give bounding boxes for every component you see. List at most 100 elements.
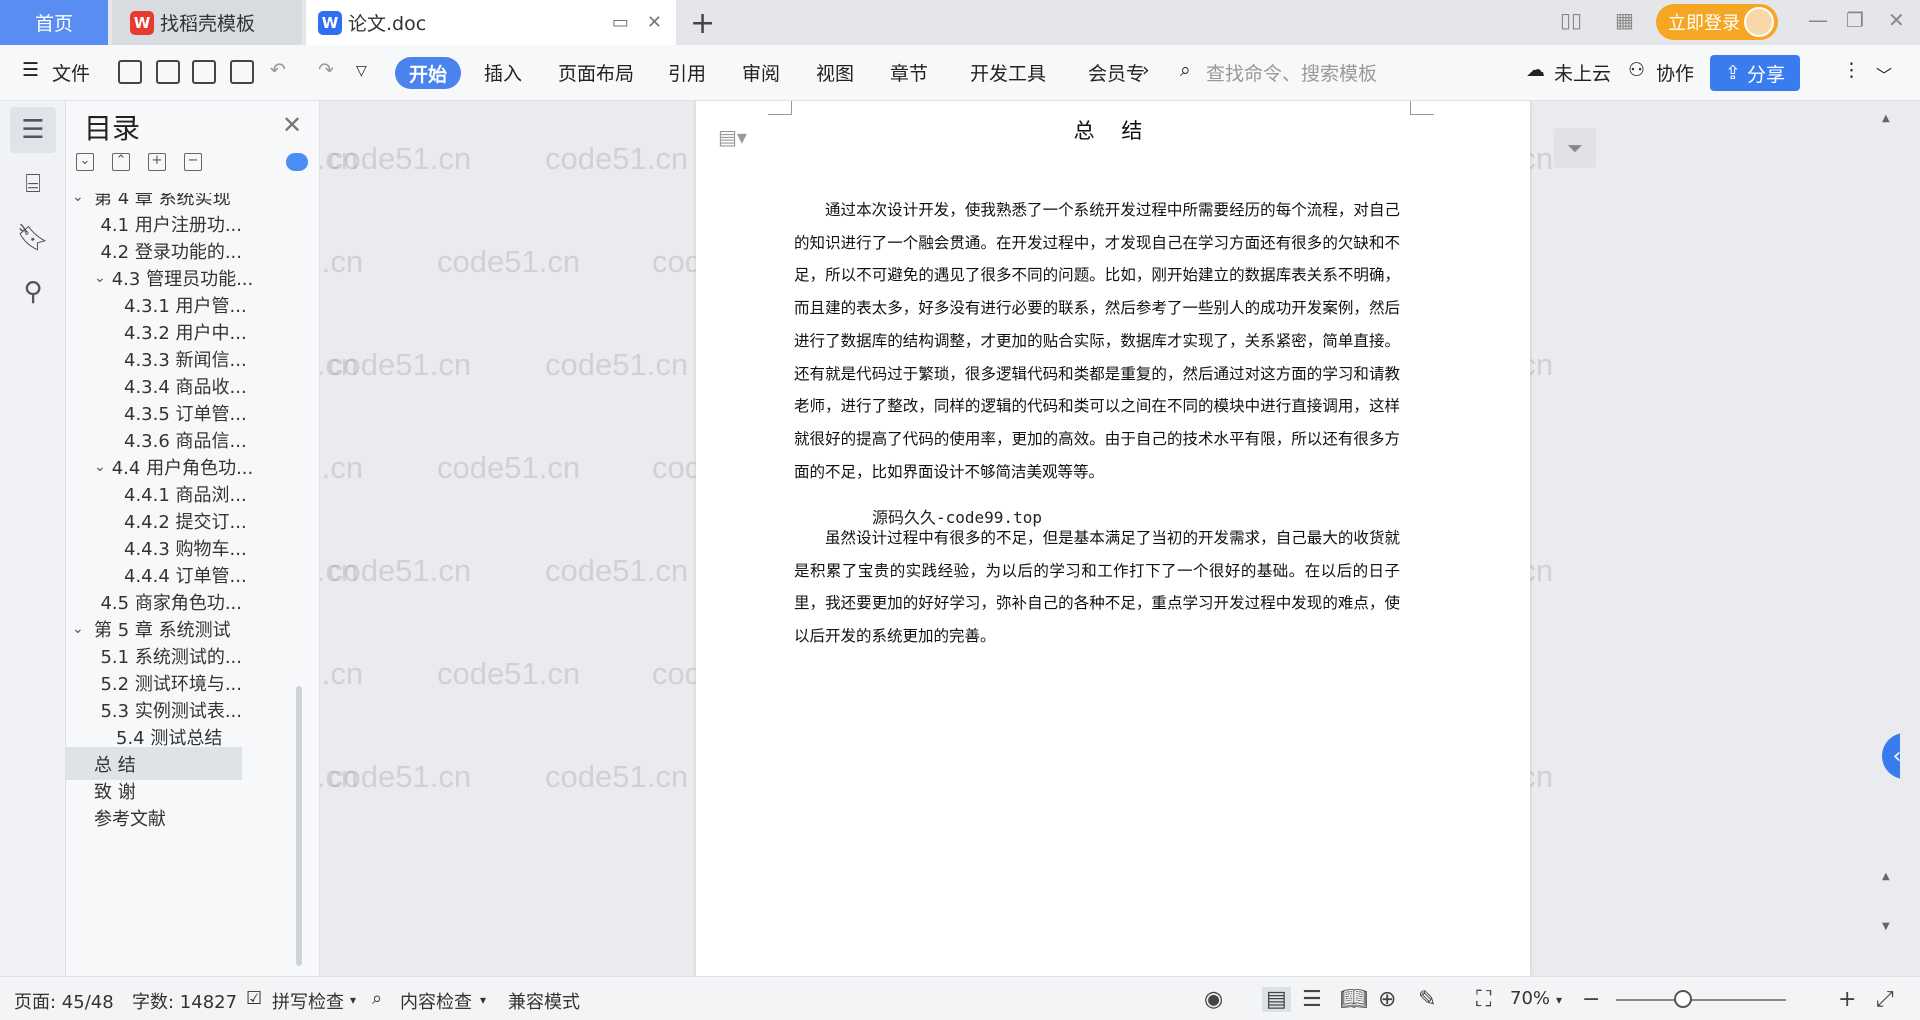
minimize-icon[interactable]: — bbox=[1808, 8, 1828, 32]
close-tab-icon[interactable]: ✕ bbox=[647, 12, 662, 33]
toc-item-label: 4.4 用户角色功... bbox=[111, 457, 254, 479]
eye-protect-icon[interactable]: ◉ bbox=[1204, 987, 1223, 1012]
watermark-text: code51.cn bbox=[320, 450, 364, 485]
filter-icon[interactable]: ⏷ bbox=[1554, 128, 1596, 168]
toc-item-label: 4.5 商家角色功... bbox=[100, 592, 242, 614]
bookmark-icon[interactable]: 🔖︎ bbox=[10, 215, 56, 261]
hamburger-menu-icon[interactable]: ☰ bbox=[22, 59, 39, 81]
zoom-slider-handle[interactable] bbox=[1674, 990, 1692, 1008]
quick-access-dropdown-icon[interactable]: ▽ bbox=[356, 63, 367, 79]
toc-scrollbar[interactable] bbox=[296, 686, 302, 966]
more-options-icon[interactable]: ⋮ bbox=[1842, 59, 1861, 81]
chevron-down-icon[interactable]: ⌄ bbox=[94, 459, 106, 475]
word-count[interactable]: 字数: 14827 bbox=[132, 988, 237, 1014]
cloud-status[interactable]: 未上云 bbox=[1554, 59, 1611, 86]
tab-review[interactable]: 审阅 bbox=[742, 59, 780, 86]
document-page: ▤▾ 总 结 通过本次设计开发，使我熟悉了一个系统开发过程中所需要经历的每个流程… bbox=[696, 101, 1530, 976]
tab-page-layout[interactable]: 页面布局 bbox=[558, 59, 634, 86]
spellcheck-dropdown-icon[interactable]: ▾ bbox=[350, 993, 356, 1007]
toc-item-label: 4.4.2 提交订... bbox=[124, 511, 247, 533]
close-window-icon[interactable]: ✕ bbox=[1888, 8, 1905, 32]
next-page-icon[interactable]: ▼ bbox=[1882, 921, 1890, 932]
tab-developer[interactable]: 开发工具 bbox=[970, 59, 1046, 86]
search-icon: ⌕ bbox=[1180, 59, 1191, 81]
tab-doke-templates[interactable]: W 找稻壳模板 bbox=[112, 0, 302, 45]
prev-page-icon[interactable]: ▲ bbox=[1882, 871, 1890, 882]
content-check-button[interactable]: 内容检查 bbox=[400, 988, 472, 1014]
paragraph-1: 通过本次设计开发，使我熟悉了一个系统开发过程中所需要经历的每个流程，对自己的知识… bbox=[794, 201, 1400, 481]
avatar bbox=[1744, 7, 1774, 37]
read-view-icon[interactable]: 📖︎ bbox=[1340, 987, 1368, 1012]
close-icon[interactable]: ✕ bbox=[282, 111, 302, 139]
tab-document[interactable]: W 论文.doc ▭ ✕ bbox=[306, 0, 676, 45]
print-icon[interactable] bbox=[192, 60, 216, 84]
ribbon-scroll-right-icon[interactable]: › bbox=[1142, 59, 1150, 81]
tab-references[interactable]: 引用 bbox=[668, 59, 706, 86]
collapse-all-icon[interactable]: ⌃ bbox=[112, 153, 130, 171]
toc-item-label: 4.3 管理员功能... bbox=[111, 268, 254, 290]
zoom-level[interactable]: 70% bbox=[1510, 988, 1550, 1009]
toc-panel-icon[interactable]: ☰ bbox=[10, 107, 56, 153]
toc-item[interactable]: 参考文献 bbox=[66, 801, 242, 834]
new-tab-button[interactable]: + bbox=[690, 6, 715, 41]
print-preview-icon[interactable] bbox=[230, 60, 254, 84]
export-icon[interactable] bbox=[156, 60, 180, 84]
layout-icon[interactable]: ▯▯ bbox=[1560, 8, 1582, 32]
fullscreen-icon[interactable]: ⤢ bbox=[1876, 987, 1894, 1012]
web-view-icon[interactable]: ⊕ bbox=[1378, 987, 1396, 1012]
chevron-down-icon[interactable]: ⌄ bbox=[72, 621, 88, 637]
zoom-out-icon[interactable]: − bbox=[1582, 987, 1600, 1012]
zoom-dropdown-icon[interactable]: ▾ bbox=[1556, 993, 1562, 1007]
spellcheck-button[interactable]: 拼写检查 bbox=[272, 988, 344, 1014]
apps-grid-icon[interactable]: ▦ bbox=[1615, 8, 1634, 32]
tab-start[interactable]: 开始 bbox=[395, 57, 461, 89]
chevron-down-icon[interactable]: ⌄ bbox=[72, 193, 88, 205]
watermark-text: code51.cn bbox=[320, 759, 359, 794]
share-label: 分享 bbox=[1746, 63, 1785, 86]
tab-chapter[interactable]: 章节 bbox=[890, 59, 928, 86]
fit-page-icon[interactable]: ⛶ bbox=[1476, 987, 1491, 1012]
find-icon[interactable]: ⚲ bbox=[10, 269, 56, 315]
remove-heading-icon[interactable]: − bbox=[184, 153, 202, 171]
toc-title: 目录 bbox=[84, 112, 141, 145]
outline-view-icon[interactable]: ☰ bbox=[1302, 987, 1322, 1012]
chevron-down-icon[interactable]: ⌄ bbox=[94, 270, 106, 286]
toc-item-label: 4.4.3 购物车... bbox=[124, 538, 247, 560]
share-button[interactable]: ⇪ 分享 bbox=[1710, 55, 1800, 91]
expand-all-icon[interactable]: ⌄ bbox=[76, 153, 94, 171]
login-button[interactable]: 立即登录 bbox=[1656, 4, 1778, 40]
vertical-scrollbar[interactable]: ▲ ▲ ▼ bbox=[1878, 101, 1898, 976]
redo-icon[interactable]: ↷ bbox=[318, 59, 334, 81]
tab-view[interactable]: 视图 bbox=[816, 59, 854, 86]
screen-icon[interactable]: ▭ bbox=[612, 12, 629, 33]
watermark-text: code51.cn bbox=[320, 244, 364, 279]
tab-insert[interactable]: 插入 bbox=[484, 59, 522, 86]
collapse-ribbon-icon[interactable]: ﹀ bbox=[1876, 62, 1892, 86]
toc-item-label: 4.1 用户注册功... bbox=[100, 214, 242, 236]
smart-toc-icon[interactable] bbox=[286, 153, 308, 171]
share-icon: ⇪ bbox=[1725, 62, 1741, 84]
pen-icon[interactable]: ✎ bbox=[1418, 987, 1436, 1012]
command-search-input[interactable]: 查找命令、搜索模板 bbox=[1206, 59, 1377, 86]
watermark-text: code51.cn bbox=[320, 656, 364, 691]
file-menu[interactable]: 文件 bbox=[52, 59, 90, 86]
add-heading-icon[interactable]: + bbox=[148, 153, 166, 171]
scroll-up-icon[interactable]: ▲ bbox=[1882, 113, 1890, 124]
toc-item-label: 5.3 实例测试表... bbox=[100, 700, 242, 722]
tab-member[interactable]: 会员专 bbox=[1088, 59, 1145, 86]
content-check-dropdown-icon[interactable]: ▾ bbox=[480, 993, 486, 1007]
navigation-icon[interactable]: ⌸ bbox=[10, 161, 56, 207]
tab-home[interactable]: 首页 bbox=[0, 0, 108, 45]
undo-icon[interactable]: ↶ bbox=[270, 59, 286, 81]
save-icon[interactable] bbox=[118, 60, 142, 84]
zoom-slider[interactable] bbox=[1616, 999, 1786, 1001]
restore-icon[interactable]: ❐ bbox=[1846, 8, 1864, 32]
collab-button[interactable]: 协作 bbox=[1656, 59, 1694, 86]
toc-item-label: 4.3.1 用户管... bbox=[124, 295, 247, 317]
toc-item-label: 5.4 测试总结 bbox=[116, 727, 223, 749]
watermark-text: code51.cn bbox=[545, 141, 689, 176]
page-view-icon[interactable]: ▤ bbox=[1262, 987, 1291, 1012]
zoom-in-icon[interactable]: + bbox=[1838, 987, 1856, 1012]
watermark-text: code51.cn bbox=[328, 553, 472, 588]
page-count[interactable]: 页面: 45/48 bbox=[14, 988, 114, 1014]
